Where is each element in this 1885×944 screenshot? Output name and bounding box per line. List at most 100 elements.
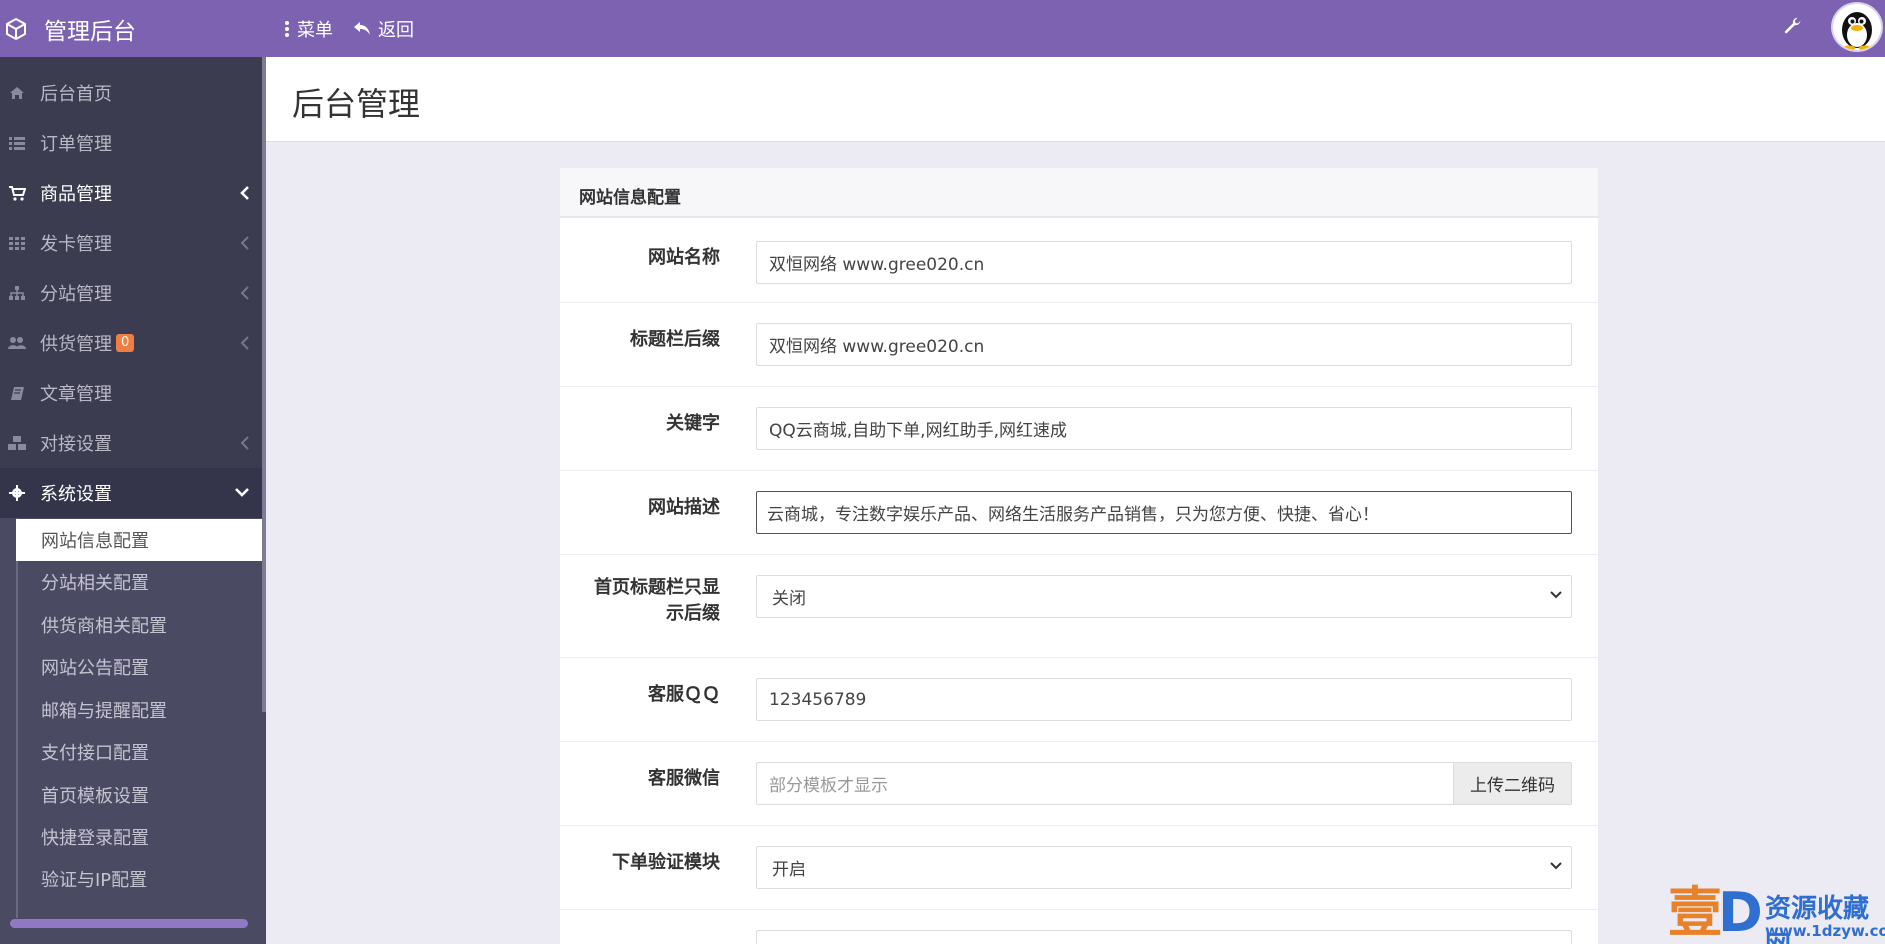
order-verify-label: 下单验证模块 — [612, 852, 720, 873]
chevron-left-icon — [240, 336, 249, 350]
subitem-label: 首页模板设置 — [41, 786, 149, 807]
supply-count-badge: 0 — [116, 334, 135, 352]
page-title: 后台管理 — [292, 85, 421, 123]
subitem-label: 快捷登录配置 — [41, 828, 149, 849]
form-row-site-name: 网站名称 双恒网络 www.gree020.cn — [560, 220, 1598, 303]
subitem-supplier-config[interactable]: 供货商相关配置 — [16, 604, 262, 646]
sidebar-item-supply[interactable]: 供货管理 0 — [0, 318, 266, 368]
title-suffix-label: 标题栏后缀 — [630, 329, 720, 350]
back-label: 返回 — [378, 19, 414, 41]
chevron-left-icon — [240, 436, 249, 450]
chevron-left-icon — [240, 286, 249, 300]
sidebar-item-integration[interactable]: 对接设置 — [0, 418, 266, 468]
sidebar-item-label: 发卡管理 — [40, 234, 112, 255]
cube-icon — [6, 17, 26, 40]
sidebar-item-label: 供货管理 — [40, 334, 112, 355]
sidebar-horizontal-scrollbar[interactable] — [10, 919, 248, 928]
page-header: 后台管理 — [266, 57, 1885, 142]
subitem-label: 支付接口配置 — [41, 743, 149, 764]
service-qq-input[interactable]: 123456789 — [756, 678, 1572, 721]
penguin-avatar-icon — [1842, 12, 1872, 50]
subitem-announcement-config[interactable]: 网站公告配置 — [16, 646, 262, 688]
form-row-order-verify: 下单验证模块 开启 — [560, 826, 1598, 910]
menu-toggle-button[interactable]: 菜单 — [284, 16, 333, 42]
subitem-homepage-template[interactable]: 首页模板设置 — [16, 774, 262, 816]
cart-icon — [8, 184, 26, 202]
title-suffix-input[interactable]: 双恒网络 www.gree020.cn — [756, 323, 1572, 366]
top-bar: 管理后台 菜单 返回 — [0, 0, 1885, 57]
site-name-label: 网站名称 — [648, 247, 720, 268]
back-button[interactable]: 返回 — [353, 16, 414, 42]
chevron-down-icon — [1550, 591, 1562, 599]
form-row-next — [560, 910, 1598, 944]
form-row-home-title-suffix: 首页标题栏只显 示后缀 关闭 — [560, 555, 1598, 658]
keywords-input[interactable]: QQ云商城,自助下单,网红助手,网红速成 — [756, 407, 1572, 450]
next-field[interactable] — [756, 930, 1572, 944]
keywords-label: 关键字 — [666, 413, 720, 434]
watermark-url: www.1dzyw.com — [1765, 922, 1885, 940]
sidebar-item-system-settings[interactable]: 系统设置 — [0, 468, 266, 518]
sidebar-vertical-scrollbar[interactable] — [262, 57, 266, 712]
watermark-letter: D — [1718, 881, 1763, 944]
watermark-char: 壹 — [1668, 881, 1722, 944]
card-header: 网站信息配置 — [560, 168, 1598, 218]
subitem-label: 网站信息配置 — [41, 531, 149, 552]
reply-arrow-icon — [354, 21, 370, 35]
home-title-suffix-select[interactable]: 关闭 — [756, 575, 1572, 618]
subitem-site-info-config[interactable]: 网站信息配置 — [16, 519, 262, 561]
sidebar-item-products[interactable]: 商品管理 — [0, 168, 266, 218]
watermark-logo: 壹 D 资源收藏网 www.1dzyw.com — [1668, 882, 1885, 944]
brand[interactable]: 管理后台 — [0, 0, 266, 57]
grid-icon — [8, 234, 26, 252]
gear-icon — [8, 484, 26, 502]
vertical-dots-icon — [285, 20, 289, 37]
subitem-label: 网站公告配置 — [41, 658, 149, 679]
sidebar-item-substations[interactable]: 分站管理 — [0, 268, 266, 318]
chevron-left-icon — [240, 236, 249, 250]
sidebar-item-label: 分站管理 — [40, 284, 112, 305]
form-row-service-qq: 客服ＱＱ 123456789 — [560, 658, 1598, 742]
home-title-suffix-label: 首页标题栏只显 示后缀 — [594, 575, 720, 627]
chevron-left-icon — [240, 186, 249, 200]
service-qq-label: 客服ＱＱ — [648, 684, 720, 705]
home-icon — [8, 84, 26, 102]
site-info-card: 网站信息配置 网站名称 双恒网络 www.gree020.cn 标题栏后缀 双恒… — [560, 168, 1598, 944]
sidebar-item-label: 系统设置 — [40, 484, 112, 505]
cubes-icon — [8, 434, 26, 452]
service-wechat-input[interactable]: 部分模板才显示 上传二维码 — [756, 762, 1572, 805]
subitem-substation-config[interactable]: 分站相关配置 — [16, 561, 262, 603]
menu-label: 菜单 — [297, 19, 333, 41]
select-value: 关闭 — [772, 589, 806, 609]
order-verify-select[interactable]: 开启 — [756, 846, 1572, 889]
sidebar-item-articles[interactable]: 文章管理 — [0, 368, 266, 418]
sidebar: 后台首页 订单管理 商品管理 发卡管理 分站管理 供货管理 0 文章管理 对接设… — [0, 57, 266, 944]
description-input[interactable]: 云商城，专注数字娱乐产品、网络生活服务产品销售，只为您方便、快捷、省心！ — [756, 491, 1572, 534]
sidebar-item-home[interactable]: 后台首页 — [0, 68, 266, 118]
upload-qrcode-button[interactable]: 上传二维码 — [1453, 763, 1571, 804]
sidebar-item-cards[interactable]: 发卡管理 — [0, 218, 266, 268]
subitem-email-config[interactable]: 邮箱与提醒配置 — [16, 689, 262, 731]
description-label: 网站描述 — [648, 497, 720, 518]
subitem-label: 分站相关配置 — [41, 573, 149, 594]
subitem-label: 供货商相关配置 — [41, 616, 167, 637]
form-row-keywords: 关键字 QQ云商城,自助下单,网红助手,网红速成 — [560, 387, 1598, 471]
label-line: 首页标题栏只显 — [594, 577, 720, 598]
subitem-payment-config[interactable]: 支付接口配置 — [16, 731, 262, 773]
site-name-input[interactable]: 双恒网络 www.gree020.cn — [756, 241, 1572, 284]
subitem-label: 验证与IP配置 — [41, 870, 148, 891]
user-avatar[interactable] — [1831, 2, 1883, 52]
card-title: 网站信息配置 — [579, 188, 681, 208]
service-wechat-label: 客服微信 — [648, 768, 720, 789]
subitem-quick-login-config[interactable]: 快捷登录配置 — [16, 816, 262, 858]
sidebar-item-label: 文章管理 — [40, 384, 112, 405]
subitem-verify-ip-config[interactable]: 验证与IP配置 — [16, 858, 262, 900]
chevron-down-icon — [235, 488, 249, 497]
sidebar-item-label: 对接设置 — [40, 434, 112, 455]
sidebar-item-label: 订单管理 — [40, 134, 112, 155]
users-icon — [8, 334, 26, 352]
wrench-icon[interactable] — [1782, 15, 1804, 37]
form-row-description: 网站描述 云商城，专注数字娱乐产品、网络生活服务产品销售，只为您方便、快捷、省心… — [560, 471, 1598, 555]
select-value: 开启 — [772, 860, 806, 880]
app-title: 管理后台 — [44, 18, 136, 45]
sidebar-item-orders[interactable]: 订单管理 — [0, 118, 266, 168]
